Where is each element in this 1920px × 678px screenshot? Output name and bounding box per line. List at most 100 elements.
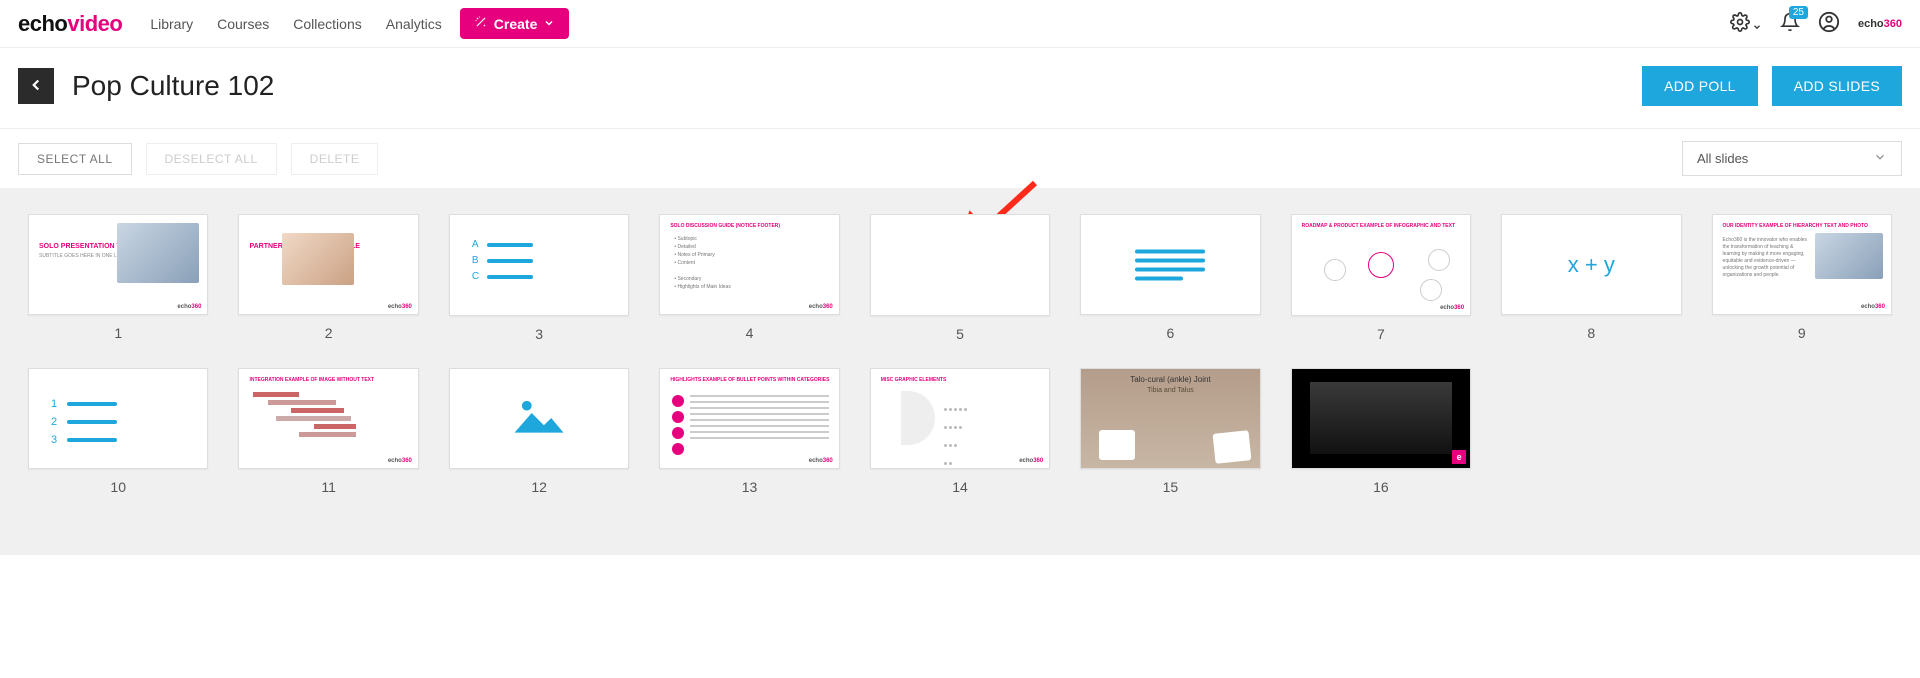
user-circle-icon	[1818, 21, 1840, 36]
thumb-footer-brand: echo360	[809, 458, 833, 464]
filter-label: All slides	[1697, 151, 1748, 166]
slide-number: 12	[531, 479, 547, 495]
slide-number: 10	[110, 479, 126, 495]
slide-cell: 6	[1080, 214, 1260, 342]
slide-thumb-7[interactable]: ROADMAP & PRODUCT EXAMPLE OF INFOGRAPHIC…	[1291, 214, 1471, 316]
slide-thumb-2[interactable]: PARTNER PRESENTATION TITLE echo360	[238, 214, 418, 315]
slide-number: 11	[321, 479, 336, 495]
nav-collections[interactable]: Collections	[293, 16, 361, 32]
thumb-formula: x + y	[1568, 252, 1615, 278]
nav-analytics[interactable]: Analytics	[386, 16, 442, 32]
mini-brand: echo360	[1858, 18, 1902, 30]
thumb-heading: SOLO DISCUSSION GUIDE (NOTICE FOOTER)	[670, 223, 780, 229]
slide-cell: SOLO PRESENTATION TITLE SUBTITLE GOES HE…	[28, 214, 208, 342]
deselect-all-button[interactable]: DESELECT ALL	[146, 143, 277, 175]
slide-number: 1	[114, 325, 122, 341]
thumb-gantt-icon	[253, 389, 403, 440]
thumb-footer-brand: echo360	[1019, 458, 1043, 464]
chevron-down-icon	[1752, 20, 1762, 35]
thumb-footer-brand: echo360	[809, 304, 833, 310]
select-all-button[interactable]: SELECT ALL	[18, 143, 132, 175]
slide-thumb-9[interactable]: OUR IDENTITY EXAMPLE OF HIERARCHY TEXT A…	[1712, 214, 1892, 315]
wand-icon	[474, 15, 488, 32]
slide-cell: 12	[449, 368, 629, 496]
slides-grid: SOLO PRESENTATION TITLE SUBTITLE GOES HE…	[28, 214, 1892, 495]
thumb-video-frame-icon	[1310, 382, 1453, 454]
settings-button[interactable]	[1730, 12, 1762, 35]
create-label: Create	[494, 16, 538, 32]
account-button[interactable]	[1818, 11, 1840, 36]
thumb-body-text: Echo360 is the innovator who enables the…	[1723, 237, 1812, 279]
thumb-photo-icon	[282, 233, 353, 285]
slide-cell: MISC GRAPHIC ELEMENTS echo360 14	[870, 368, 1050, 496]
slide-thumb-13[interactable]: HIGHLIGHTS EXAMPLE OF BULLET POINTS WITH…	[659, 368, 839, 469]
bell-icon	[1780, 20, 1800, 35]
slide-number: 13	[742, 479, 758, 495]
page-title: Pop Culture 102	[72, 70, 274, 102]
thumb-title: Talo-cural (ankle) Joint	[1081, 375, 1259, 384]
add-slides-button[interactable]: ADD SLIDES	[1772, 66, 1902, 106]
slide-cell: PARTNER PRESENTATION TITLE echo360 2	[238, 214, 418, 342]
thumb-subtitle: Tibia and Talus	[1081, 387, 1259, 394]
slide-thumb-14[interactable]: MISC GRAPHIC ELEMENTS echo360	[870, 368, 1050, 470]
slide-cell: e 16	[1291, 368, 1471, 496]
top-nav: echovideo Library Courses Collections An…	[0, 0, 1920, 48]
slide-cell: INTEGRATION EXAMPLE OF IMAGE WITHOUT TEX…	[238, 368, 418, 496]
slide-cell: OUR IDENTITY EXAMPLE OF HIERARCHY TEXT A…	[1712, 214, 1892, 342]
back-button[interactable]	[18, 68, 54, 104]
slide-number: 2	[325, 325, 333, 341]
slide-thumb-8[interactable]: x + y	[1501, 214, 1681, 315]
diagram-center-node-icon	[1368, 252, 1394, 278]
slide-thumb-5[interactable]	[870, 214, 1050, 316]
nav-courses[interactable]: Courses	[217, 16, 269, 32]
slide-thumb-3[interactable]: A B C	[449, 214, 629, 316]
top-nav-right: 25 echo360	[1730, 11, 1902, 36]
thumb-halfcircle-icon	[901, 391, 935, 445]
add-poll-button[interactable]: ADD POLL	[1642, 66, 1758, 106]
notifications-button[interactable]: 25	[1780, 12, 1800, 35]
slide-cell: HIGHLIGHTS EXAMPLE OF BULLET POINTS WITH…	[659, 368, 839, 496]
thumb-heading: OUR IDENTITY EXAMPLE OF HIERARCHY TEXT A…	[1723, 223, 1868, 229]
brand-logo[interactable]: echovideo	[18, 11, 122, 37]
gear-icon	[1730, 20, 1754, 35]
slides-panel: SOLO PRESENTATION TITLE SUBTITLE GOES HE…	[0, 188, 1920, 555]
slide-thumb-15[interactable]: Talo-cural (ankle) Joint Tibia and Talus	[1080, 368, 1260, 469]
slide-thumb-12[interactable]	[449, 368, 629, 470]
delete-button[interactable]: DELETE	[291, 143, 379, 175]
title-actions: ADD POLL ADD SLIDES	[1642, 66, 1902, 106]
thumb-lines-icon	[690, 391, 828, 443]
thumb-photo-icon	[1815, 233, 1883, 279]
thumb-inset-image-icon	[1099, 430, 1135, 460]
brand-part1: echo	[18, 11, 67, 36]
slide-thumb-11[interactable]: INTEGRATION EXAMPLE OF IMAGE WITHOUT TEX…	[238, 368, 418, 469]
thumb-category-circles-icon	[672, 391, 684, 459]
slide-thumb-16[interactable]: e	[1291, 368, 1471, 470]
slide-thumb-10[interactable]: 1 2 3	[28, 368, 208, 469]
slides-filter-dropdown[interactable]: All slides	[1682, 141, 1902, 176]
slide-number: 4	[746, 325, 754, 341]
slide-cell: 1 2 3 10	[28, 368, 208, 496]
notification-badge: 25	[1789, 6, 1808, 19]
thumb-heading: INTEGRATION EXAMPLE OF IMAGE WITHOUT TEX…	[249, 377, 374, 383]
brand-part2: video	[67, 11, 122, 36]
thumb-heading: HIGHLIGHTS EXAMPLE OF BULLET POINTS WITH…	[670, 377, 829, 383]
create-button[interactable]: Create	[460, 8, 570, 39]
slide-number: 5	[956, 326, 964, 342]
slide-cell: 5	[870, 214, 1050, 342]
slide-thumb-4[interactable]: SOLO DISCUSSION GUIDE (NOTICE FOOTER) • …	[659, 214, 839, 315]
arrow-left-icon	[27, 76, 45, 97]
slide-number: 16	[1373, 479, 1389, 495]
slide-cell: A B C 3	[449, 214, 629, 342]
image-placeholder-icon	[509, 394, 569, 443]
slide-thumb-1[interactable]: SOLO PRESENTATION TITLE SUBTITLE GOES HE…	[28, 214, 208, 315]
thumb-numbered-list: 1 2 3	[51, 395, 117, 449]
slide-cell: ROADMAP & PRODUCT EXAMPLE OF INFOGRAPHIC…	[1291, 214, 1471, 342]
thumb-footer-brand: echo360	[177, 304, 201, 310]
thumb-abc-list: A B C	[472, 237, 533, 285]
nav-library[interactable]: Library	[150, 16, 193, 32]
slide-thumb-6[interactable]	[1080, 214, 1260, 315]
thumb-footer-brand: echo360	[1440, 305, 1464, 311]
slide-cell: Talo-cural (ankle) Joint Tibia and Talus…	[1080, 368, 1260, 496]
slide-number: 7	[1377, 326, 1385, 342]
slide-number: 3	[535, 326, 543, 342]
